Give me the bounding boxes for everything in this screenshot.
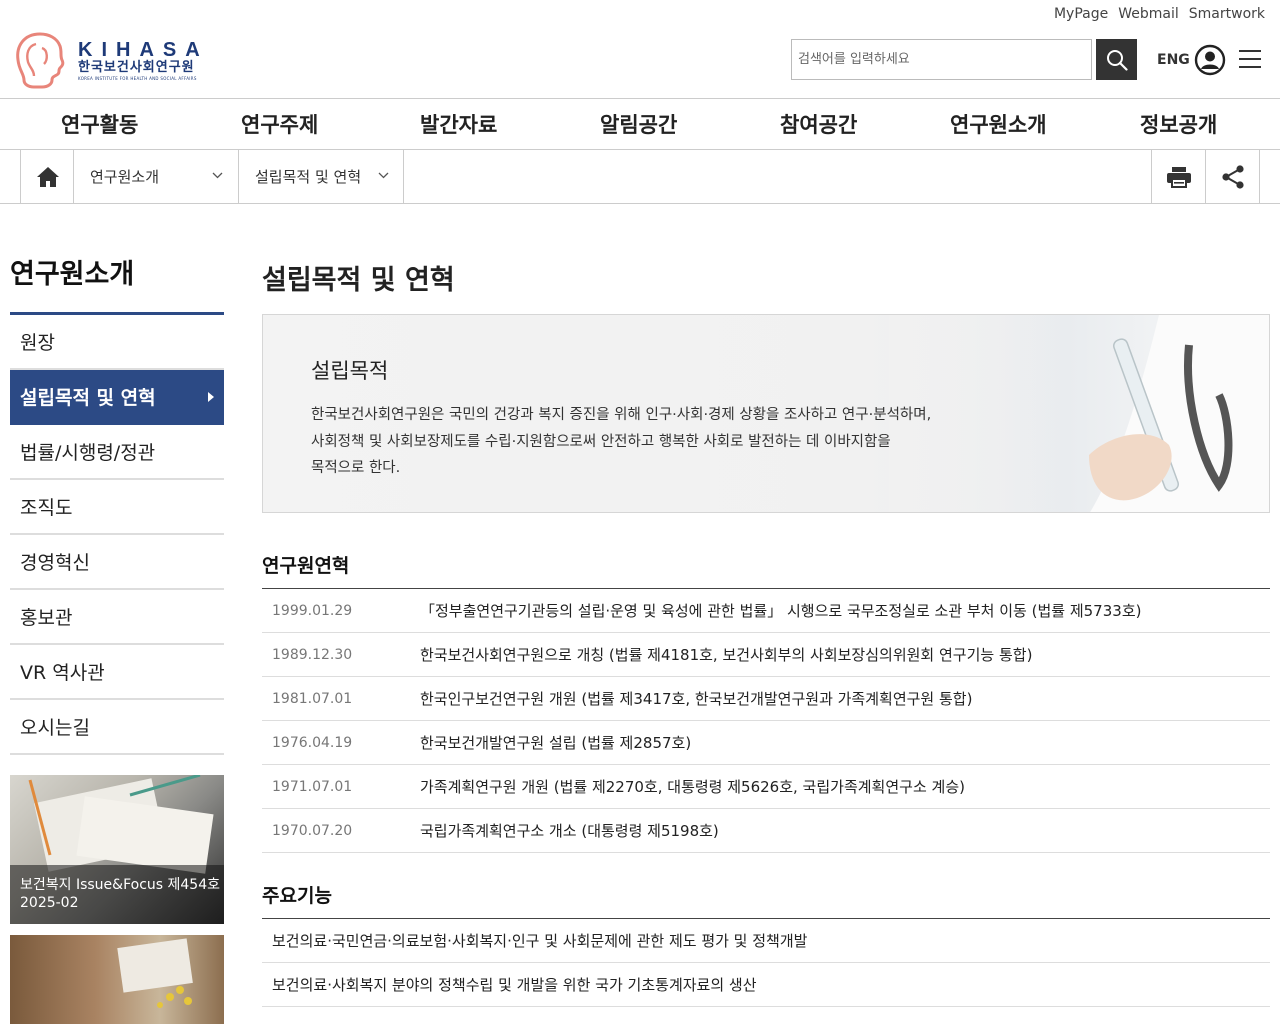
purpose-line-1: 한국보건사회연구원은 국민의 건강과 복지 증진을 위해 인구·사회·경제 상황… <box>311 407 932 423</box>
history-date: 1971.07.01 <box>272 778 353 795</box>
search-box <box>791 39 1092 80</box>
secondary-banner[interactable] <box>10 935 224 1024</box>
page-title: 설립목적 및 연혁 <box>262 265 455 296</box>
lnb-item-management-innovation[interactable]: 경영혁신 <box>10 535 224 590</box>
search-icon <box>1106 49 1128 71</box>
gnb-item-research-activity[interactable]: 연구활동 <box>61 109 138 139</box>
logo-subtitle: KOREA INSTITUTE FOR HEALTH AND SOCIAL AF… <box>78 75 197 81</box>
purpose-line-3: 목적으로 한다. <box>311 460 401 476</box>
print-icon <box>1167 166 1191 188</box>
search-input[interactable] <box>792 40 1091 79</box>
history-date: 1999.01.29 <box>272 602 353 619</box>
history-row: 1970.07.20 국립가족계획연구소 개소 (대통령령 제5198호) <box>262 809 1270 853</box>
purpose-box: 설립목적 한국보건사회연구원은 국민의 건강과 복지 증진을 위해 인구·사회·… <box>262 314 1270 513</box>
history-text: 한국인구보건연구원 개원 (법률 제3417호, 한국보건개발연구원과 가족계획… <box>420 690 973 708</box>
history-row: 1971.07.01 가족계획연구원 개원 (법률 제2270호, 대통령령 제5… <box>262 765 1270 809</box>
lnb-item-organization[interactable]: 조직도 <box>10 480 224 535</box>
chevron-down-icon <box>212 172 223 179</box>
share-icon <box>1221 164 1244 189</box>
purpose-heading: 설립목적 <box>311 359 389 383</box>
function-item: 보건의료·국민연금·의료보험·사회복지·인구 및 사회문제에 관한 제도 평가 … <box>262 919 1270 963</box>
history-list: 1999.01.29 「정부출연연구기관등의 설립·운영 및 육성에 관한 법률」… <box>262 589 1270 853</box>
breadcrumb: 연구원소개 설립목적 및 연혁 <box>0 150 1280 204</box>
issue-focus-banner[interactable]: 보건복지 Issue&Focus 제454호 2025-02 <box>10 775 224 924</box>
function-item: 보건의료·사회복지 분야의 정책수립 및 개발을 위한 국가 기초통계자료의 생… <box>262 963 1270 1007</box>
user-icon[interactable] <box>1194 44 1226 80</box>
functions-list: 보건의료·국민연금·의료보험·사회복지·인구 및 사회문제에 관한 제도 평가 … <box>262 919 1270 1007</box>
history-text: 국립가족계획연구소 개소 (대통령령 제5198호) <box>420 822 719 840</box>
language-eng-link[interactable]: ENG <box>1157 52 1190 68</box>
purpose-line-2: 사회정책 및 사회보장제도를 수립·지원함으로써 안전하고 행복한 사회로 발전… <box>311 433 891 450</box>
history-date: 1981.07.01 <box>272 690 353 707</box>
share-button[interactable] <box>1205 150 1260 203</box>
gnb-item-research-topics[interactable]: 연구주제 <box>241 109 318 139</box>
banner-caption-date: 2025-02 <box>20 895 79 911</box>
mypage-link[interactable]: MyPage <box>1054 6 1108 22</box>
history-date: 1976.04.19 <box>272 734 353 751</box>
history-text: 한국보건개발연구원 설립 (법률 제2857호) <box>420 734 692 752</box>
breadcrumb-depth1-label: 연구원소개 <box>90 168 160 186</box>
banner-caption-title: 보건복지 Issue&Focus 제454호 <box>20 877 221 893</box>
lnb-item-vr-history[interactable]: VR 역사관 <box>10 645 224 700</box>
history-row: 1999.01.29 「정부출연연구기관등의 설립·운영 및 육성에 관한 법률」… <box>262 589 1270 633</box>
history-text: 한국보건사회연구원으로 개칭 (법률 제4181호, 보건사회부의 사회보장심의… <box>420 646 1033 664</box>
logo-english: KIHASA <box>78 38 209 61</box>
lnb-item-label: 오시는길 <box>20 717 90 739</box>
history-row: 1989.12.30 한국보건사회연구원으로 개칭 (법률 제4181호, 보건사… <box>262 633 1270 677</box>
chevron-down-icon <box>378 172 389 179</box>
gnb-item-notices[interactable]: 알림공간 <box>600 109 677 139</box>
lnb-item-label: 조직도 <box>20 497 73 519</box>
history-row: 1976.04.19 한국보건개발연구원 설립 (법률 제2857호) <box>262 721 1270 765</box>
gnb-item-about[interactable]: 연구원소개 <box>950 109 1047 139</box>
lnb-item-directions[interactable]: 오시는길 <box>10 700 224 755</box>
lnb-menu: 원장 설립목적 및 연혁 법률/시행령/정관 조직도 경영혁신 홍보관 VR 역… <box>10 315 224 755</box>
global-navigation: 연구활동 연구주제 발간자료 알림공간 참여공간 연구원소개 정보공개 <box>0 98 1280 150</box>
lnb-title: 연구원소개 <box>10 259 135 290</box>
history-text: 「정부출연연구기관등의 설립·운영 및 육성에 관한 법률」 시행으로 국무조정… <box>420 602 1142 620</box>
history-text: 가족계획연구원 개원 (법률 제2270호, 대통령령 제5626호, 국립가족… <box>420 778 965 796</box>
search-button[interactable] <box>1096 39 1137 80</box>
chevron-right-icon <box>208 392 214 402</box>
lnb-item-label: 원장 <box>20 332 55 354</box>
logo-head-icon <box>16 32 65 89</box>
lnb-item-president[interactable]: 원장 <box>10 315 224 370</box>
purpose-text: 한국보건사회연구원은 국민의 건강과 복지 증진을 위해 인구·사회·경제 상황… <box>311 402 971 482</box>
webmail-link[interactable]: Webmail <box>1118 6 1179 22</box>
history-title: 연구원연혁 <box>262 555 350 577</box>
history-date: 1989.12.30 <box>272 646 353 663</box>
gnb-item-publications[interactable]: 발간자료 <box>420 109 497 139</box>
logo-korean: 한국보건사회연구원 <box>78 59 195 75</box>
history-row: 1981.07.01 한국인구보건연구원 개원 (법률 제3417호, 한국보건개… <box>262 677 1270 721</box>
lnb-item-label: 홍보관 <box>20 607 73 629</box>
lnb-item-pr-hall[interactable]: 홍보관 <box>10 590 224 645</box>
lnb-item-laws[interactable]: 법률/시행령/정관 <box>10 425 224 480</box>
functions-title: 주요기능 <box>262 885 332 907</box>
kihasa-logo[interactable]: KIHASA 한국보건사회연구원 KOREA INSTITUTE FOR HEA… <box>12 30 212 90</box>
gnb-item-participation[interactable]: 참여공간 <box>780 109 857 139</box>
print-button[interactable] <box>1151 150 1206 203</box>
lnb-item-purpose-history[interactable]: 설립목적 및 연혁 <box>10 370 224 425</box>
lnb-item-label: VR 역사관 <box>20 662 105 684</box>
history-date: 1970.07.20 <box>272 822 353 839</box>
breadcrumb-depth2-label: 설립목적 및 연혁 <box>255 168 362 186</box>
gnb-item-information-disclosure[interactable]: 정보공개 <box>1140 109 1217 139</box>
breadcrumb-depth1-select[interactable]: 연구원소개 <box>73 150 239 203</box>
hamburger-menu-icon[interactable] <box>1239 49 1261 73</box>
lnb-item-label: 설립목적 및 연혁 <box>20 387 156 409</box>
smartwork-link[interactable]: Smartwork <box>1189 6 1265 22</box>
breadcrumb-depth2-select[interactable]: 설립목적 및 연혁 <box>238 150 404 203</box>
home-icon <box>36 166 59 187</box>
lnb-item-label: 경영혁신 <box>20 552 90 574</box>
breadcrumb-home-button[interactable] <box>20 150 74 203</box>
banner-wood-image <box>117 938 193 1008</box>
lnb-item-label: 법률/시행령/정관 <box>20 442 156 464</box>
utility-links: MyPage Webmail Smartwork <box>1054 6 1265 22</box>
